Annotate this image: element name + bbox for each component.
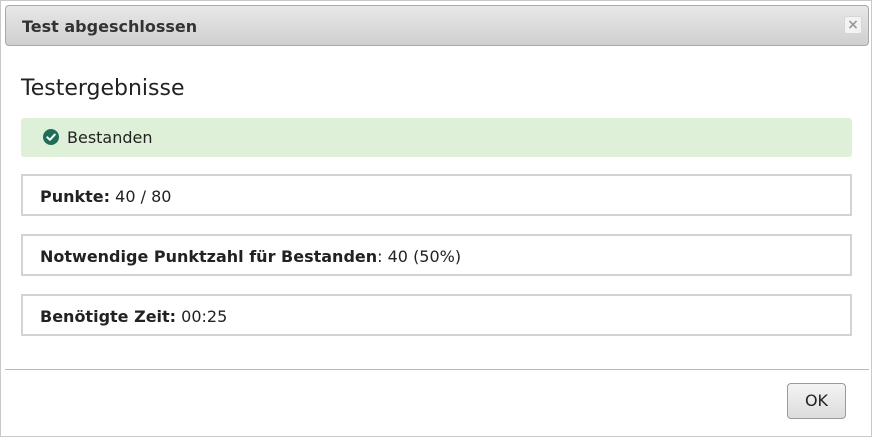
status-label: Bestanden <box>67 128 153 147</box>
time-box: Benötigte Zeit: 00:25 <box>21 294 852 336</box>
footer-divider <box>5 369 869 370</box>
points-box: Punkte: 40 / 80 <box>21 174 852 216</box>
points-text: Punkte: 40 / 80 <box>40 187 171 206</box>
check-circle-icon <box>43 129 59 145</box>
status-alert: Bestanden <box>21 118 852 157</box>
results-heading: Testergebnisse <box>21 76 185 101</box>
required-score-text: Notwendige Punktzahl für Bestanden: 40 (… <box>40 247 461 266</box>
required-score-value: : 40 (50%) <box>377 247 462 266</box>
required-score-box: Notwendige Punktzahl für Bestanden: 40 (… <box>21 234 852 276</box>
close-icon: × <box>847 17 859 33</box>
points-value: 40 / 80 <box>115 187 172 206</box>
ok-button[interactable]: OK <box>787 383 846 419</box>
close-button[interactable]: × <box>844 16 862 34</box>
time-value: 00:25 <box>181 307 228 326</box>
required-score-label: Notwendige Punktzahl für Bestanden <box>40 247 378 266</box>
time-label: Benötigte Zeit: <box>40 307 177 326</box>
test-completed-dialog: Test abgeschlossen × Testergebnisse Best… <box>0 0 872 437</box>
dialog-titlebar: Test abgeschlossen × <box>5 5 869 46</box>
dialog-title: Test abgeschlossen <box>22 17 198 36</box>
points-label: Punkte: <box>40 187 111 206</box>
time-text: Benötigte Zeit: 00:25 <box>40 307 227 326</box>
